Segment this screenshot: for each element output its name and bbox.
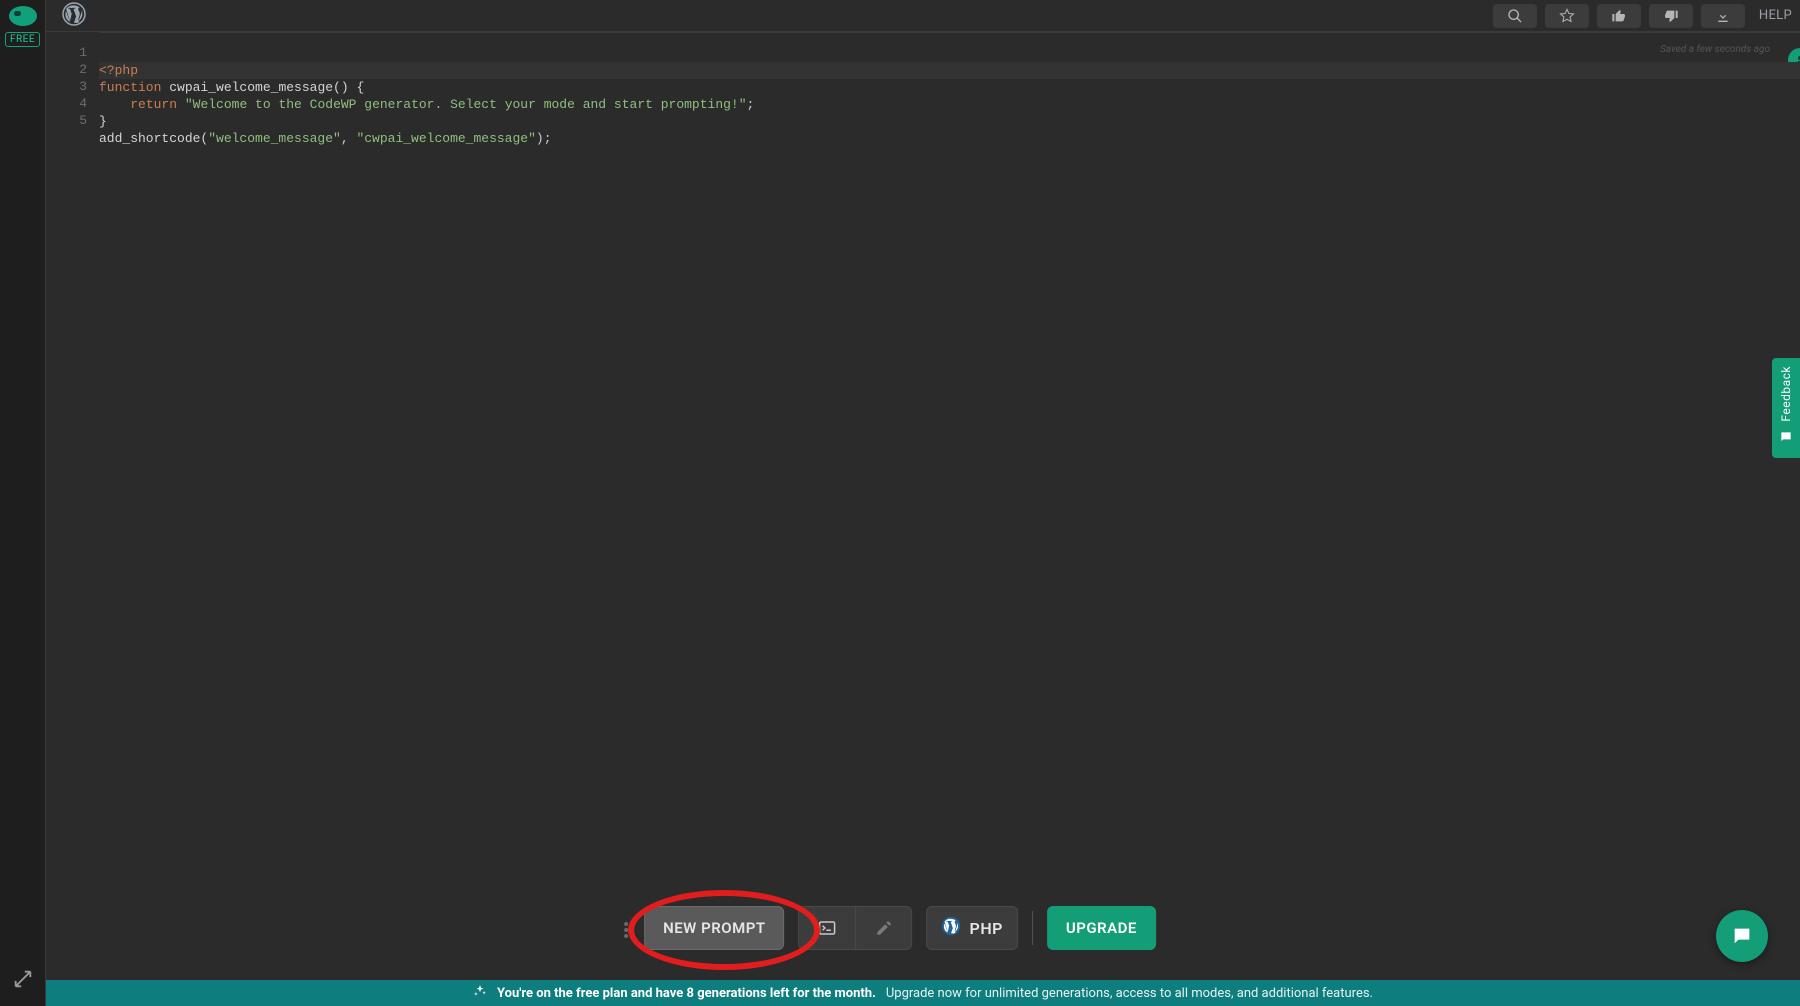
action-bar: NEW PROMPT PHP UPGRADE (644, 902, 1156, 954)
fullscreen-icon[interactable] (12, 968, 34, 990)
drag-handle-icon[interactable] (624, 922, 634, 938)
language-selector[interactable]: PHP (927, 906, 1018, 950)
wordpress-icon (942, 916, 962, 940)
divider (1032, 911, 1033, 945)
line-number: 1 (46, 44, 87, 61)
wordpress-icon[interactable] (62, 2, 86, 30)
left-rail: FREE (0, 0, 46, 1006)
mode-switch (799, 906, 913, 950)
code-token: return (130, 97, 177, 112)
chat-fab[interactable] (1716, 910, 1768, 962)
chat-icon (1731, 925, 1753, 947)
upgrade-button[interactable]: UPGRADE (1047, 906, 1156, 950)
code-token: add_shortcode( (99, 131, 208, 146)
line-number: 4 (46, 95, 87, 112)
code-token (177, 97, 185, 112)
topbar: HELP (46, 0, 1800, 32)
code-token: } (99, 114, 107, 129)
thumbs-up-icon[interactable] (1597, 4, 1641, 28)
brand-icon[interactable] (9, 6, 37, 26)
line-number: 2 (46, 61, 87, 78)
banner-bold: You're on the free plan and have 8 gener… (497, 986, 876, 1001)
new-prompt-button[interactable]: NEW PROMPT (644, 906, 784, 950)
code-token: "welcome_message" (208, 131, 341, 146)
help-link[interactable]: HELP (1759, 8, 1792, 23)
code-editor[interactable]: <?phpfunction cwpai_welcome_message() { … (99, 32, 1800, 792)
code-token: ; (747, 97, 755, 112)
free-badge: FREE (5, 32, 40, 47)
code-token (99, 97, 130, 112)
code-token: function (99, 80, 161, 95)
code-token: cwpai_welcome_message() { (161, 80, 364, 95)
code-token: "Welcome to the CodeWP generator. Select… (185, 97, 747, 112)
language-label: PHP (970, 919, 1003, 938)
sparkle-icon (473, 984, 487, 1002)
search-icon[interactable] (1493, 4, 1537, 28)
code-token: <?php (99, 63, 138, 78)
terminal-mode-button[interactable] (800, 907, 856, 949)
code-token: ); (536, 131, 552, 146)
star-icon[interactable] (1545, 4, 1589, 28)
banner-sub: Upgrade now for unlimited generations, a… (886, 986, 1373, 1001)
thumbs-down-icon[interactable] (1649, 4, 1693, 28)
upgrade-banner[interactable]: You're on the free plan and have 8 gener… (46, 980, 1800, 1006)
autosave-status: Saved a few seconds ago (1660, 44, 1770, 55)
line-number: 5 (46, 112, 87, 129)
code-token: "cwpai_welcome_message" (356, 131, 535, 146)
edit-mode-button[interactable] (856, 907, 912, 949)
line-number-gutter: 1 2 3 4 5 (46, 32, 99, 792)
download-icon[interactable] (1701, 4, 1745, 28)
code-token: , (341, 131, 357, 146)
line-number: 3 (46, 78, 87, 95)
